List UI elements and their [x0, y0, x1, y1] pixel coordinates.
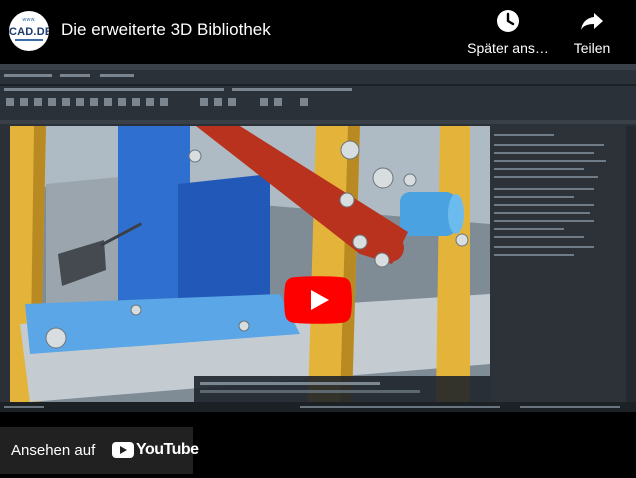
video-title[interactable]: Die erweiterte 3D Bibliothek: [61, 20, 271, 40]
share-button[interactable]: Teilen: [565, 8, 619, 56]
watch-on-youtube-button[interactable]: Ansehen auf YouTube: [0, 427, 199, 474]
play-button-icon[interactable]: [284, 276, 352, 324]
logo-underline: [15, 39, 43, 41]
channel-avatar[interactable]: www. CAD.DE: [9, 11, 49, 51]
watch-later-label: Später ans…: [467, 40, 549, 56]
share-arrow-icon: [581, 13, 603, 30]
top-bar: www. CAD.DE Die erweiterte 3D Bibliothek…: [0, 0, 636, 64]
watch-on-label: Ansehen auf: [11, 442, 96, 459]
youtube-logo-icon: [112, 442, 134, 458]
channel-logo-small-text: www.: [22, 17, 36, 23]
youtube-wordmark: YouTube: [136, 441, 199, 458]
video-thumbnail: [0, 64, 636, 412]
clock-icon: [497, 10, 519, 32]
watch-later-button[interactable]: Später ans…: [466, 8, 550, 56]
video-player[interactable]: [0, 64, 636, 412]
channel-logo-text: CAD.DE: [9, 26, 49, 38]
share-label: Teilen: [573, 40, 611, 56]
